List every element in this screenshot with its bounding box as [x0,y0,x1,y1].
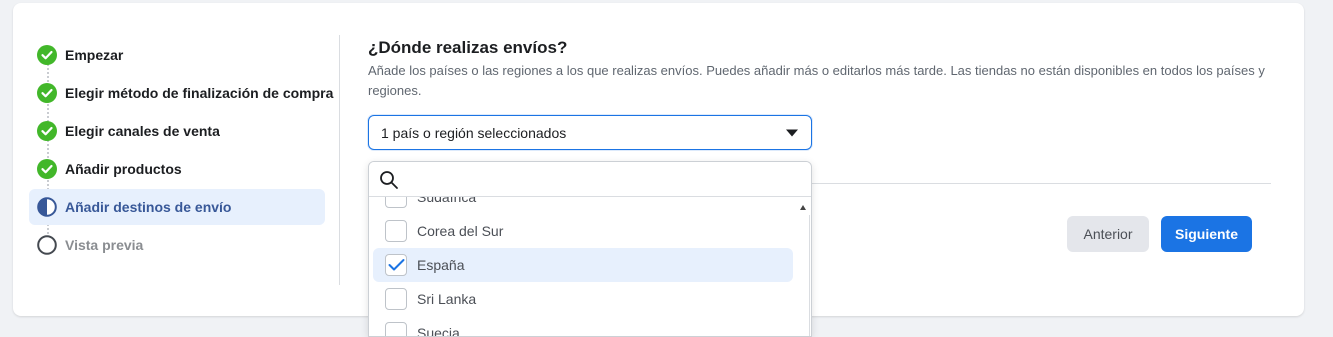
scroll-track [809,215,810,336]
country-dropdown: Sudáfrica Corea del Sur España Sri Lanka… [368,161,812,337]
step-add-products[interactable]: Añadir productos [29,151,325,187]
checkbox[interactable] [385,197,407,208]
step-label: Empezar [65,47,124,63]
country-label: Sudáfrica [417,197,477,205]
vertical-divider [339,35,340,285]
step-checkout-method[interactable]: Elegir método de finalización de compra [29,75,333,111]
check-circle-icon [37,83,57,103]
step-shipping-destinations[interactable]: Añadir destinos de envío [29,189,325,225]
search-icon [380,171,398,189]
next-button[interactable]: Siguiente [1161,216,1252,252]
checkmark-icon [388,259,405,271]
check-circle-icon [37,159,57,179]
caret-down-icon [786,129,798,137]
country-label: España [417,257,465,273]
half-circle-progress-icon [37,197,57,217]
country-option-corea-del-sur[interactable]: Corea del Sur [373,214,793,248]
list-scrollbar[interactable] [797,197,811,336]
shipping-destinations-select[interactable]: 1 país o región seleccionados [368,115,812,150]
search-input[interactable] [407,168,797,190]
check-circle-icon [37,121,57,141]
country-option-sudafrica[interactable]: Sudáfrica [373,197,793,214]
step-label: Elegir canales de venta [65,123,220,139]
country-option-espana[interactable]: España [373,248,793,282]
country-label: Corea del Sur [417,223,504,239]
checkbox[interactable] [385,220,407,242]
checkbox[interactable] [385,288,407,310]
main-content: ¿Dónde realizas envíos? Añade los países… [368,37,1268,101]
step-label: Elegir método de finalización de compra [65,85,334,101]
empty-circle-icon [37,235,57,255]
step-label: Añadir productos [65,161,182,177]
step-label: Añadir destinos de envío [65,199,232,215]
checkbox[interactable] [385,322,407,336]
check-circle-icon [37,45,57,65]
steps-sidebar: Empezar Elegir método de finalización de… [29,37,333,265]
country-label: Suecia [417,325,460,337]
country-option-suecia[interactable]: Suecia [373,316,793,337]
step-preview[interactable]: Vista previa [29,227,325,263]
country-list: Sudáfrica Corea del Sur España Sri Lanka… [369,197,797,337]
scroll-up-arrow-icon[interactable] [800,205,806,210]
step-empezar[interactable]: Empezar [29,37,325,73]
checkbox[interactable] [385,254,407,276]
select-value: 1 país o región seleccionados [381,124,567,141]
page-title: ¿Dónde realizas envíos? [368,38,568,57]
step-sales-channels[interactable]: Elegir canales de venta [29,113,325,149]
previous-button[interactable]: Anterior [1067,216,1149,252]
dropdown-search [369,162,811,197]
page-description: Añade los países o las regiones a los qu… [368,63,1265,98]
country-label: Sri Lanka [417,291,477,307]
step-label: Vista previa [65,237,144,253]
country-option-sri-lanka[interactable]: Sri Lanka [373,282,793,316]
